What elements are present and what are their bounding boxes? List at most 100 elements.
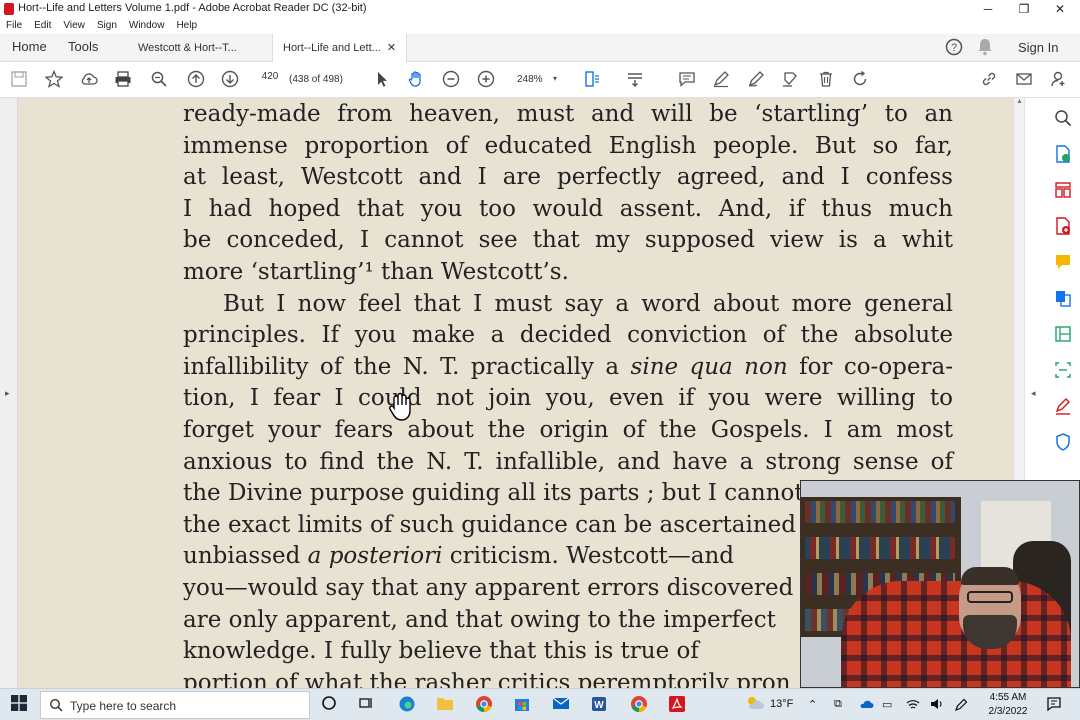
help-icon[interactable]: ? [945, 38, 963, 59]
cortana-icon[interactable] [318, 695, 340, 715]
pen-ink-icon[interactable] [954, 698, 968, 715]
text-line: principles. If you make a decided convic… [183, 322, 953, 349]
search-magnifier-icon [49, 698, 63, 715]
scroll-up-icon[interactable]: ▲ [1016, 98, 1023, 105]
print-icon[interactable] [112, 70, 134, 90]
share-link-icon[interactable] [978, 70, 1000, 90]
left-navigation-pane[interactable]: ▸ [0, 98, 18, 688]
highlight-pen-icon[interactable] [710, 70, 732, 90]
tray-app-icon[interactable]: ⧉ [834, 698, 842, 711]
zoom-search-icon[interactable] [148, 70, 170, 90]
tab-document-hort[interactable]: Hort--Life and Lett... ✕ [272, 34, 408, 62]
expand-left-pane-icon[interactable]: ▸ [5, 388, 10, 399]
clock-time: 4:55 AM [989, 692, 1027, 703]
main-toolbar: 420 (438 of 498) 248% ▾ [0, 62, 1080, 98]
weather-cloud-icon[interactable] [744, 695, 766, 715]
text-line: more ‘startling’¹ than Westcott’s. [183, 258, 569, 285]
email-icon[interactable] [1013, 70, 1035, 90]
webcam-video-overlay [800, 480, 1080, 688]
scan-ocr-icon[interactable] [1053, 360, 1073, 380]
maximize-button[interactable]: ❐ [1006, 0, 1042, 18]
export-pdf-icon[interactable] [1053, 144, 1073, 164]
search-icon[interactable] [1053, 108, 1073, 128]
draw-pen-icon[interactable] [745, 70, 767, 90]
text-line: anxious to find the N. T. infallible, an… [183, 448, 953, 475]
text-line: infallibility of the N. T. practically a… [183, 353, 953, 380]
task-view-icon[interactable] [355, 695, 377, 715]
menu-window[interactable]: Window [129, 18, 165, 31]
sign-in-link[interactable]: Sign In [1018, 40, 1058, 55]
text-line: be conceded, I cannot see that my suppos… [183, 227, 953, 254]
volume-icon[interactable] [930, 698, 944, 713]
taskbar-search-placeholder: Type here to search [70, 699, 177, 713]
word-icon[interactable]: W [588, 695, 610, 715]
text-line: ready-made from heaven, must and will be… [183, 101, 953, 127]
next-page-icon[interactable] [219, 70, 241, 90]
combine-files-icon[interactable] [1053, 288, 1073, 308]
tab-document-westcott-label: Westcott & Hort--T... [138, 42, 237, 54]
close-tab-icon[interactable]: ✕ [387, 42, 396, 54]
tab-home[interactable]: Home [12, 39, 47, 54]
edge-browser-icon[interactable] [396, 695, 418, 715]
menu-edit[interactable]: Edit [34, 18, 51, 31]
wifi-icon[interactable] [906, 698, 920, 713]
close-window-button[interactable]: ✕ [1042, 0, 1078, 18]
fit-page-icon[interactable] [581, 70, 603, 90]
menu-help[interactable]: Help [176, 18, 197, 31]
mail-icon[interactable] [550, 695, 572, 715]
zoom-dropdown-chevron-icon[interactable]: ▾ [553, 74, 557, 83]
menu-bar: File Edit View Sign Window Help [0, 18, 1080, 34]
zoom-in-icon[interactable] [475, 70, 497, 90]
tab-tools[interactable]: Tools [68, 39, 98, 54]
chrome-icon[interactable] [473, 695, 495, 715]
menu-sign[interactable]: Sign [97, 18, 117, 31]
tray-drive-icon[interactable]: ▭ [882, 698, 892, 711]
user-share-icon[interactable] [1048, 70, 1070, 90]
zoom-level-input[interactable]: 248% [517, 74, 543, 85]
notification-bell-icon[interactable] [977, 38, 993, 59]
show-hidden-icons-chevron-icon[interactable]: ⌃ [808, 698, 817, 711]
text-line: forget your fears about the origin of th… [183, 416, 953, 443]
select-arrow-icon[interactable] [371, 70, 393, 90]
acrobat-app-icon [4, 3, 14, 15]
edit-pdf-icon[interactable] [1053, 324, 1073, 344]
create-pdf-icon[interactable] [1053, 216, 1073, 236]
menu-file[interactable]: File [6, 18, 22, 31]
rotate-icon[interactable] [849, 70, 871, 90]
acrobat-taskbar-icon[interactable] [666, 695, 688, 715]
hand-cursor-icon [388, 392, 414, 422]
delete-trash-icon[interactable] [815, 70, 837, 90]
save-icon[interactable] [8, 70, 30, 90]
minimize-button[interactable]: ─ [970, 0, 1006, 18]
zoom-out-icon[interactable] [440, 70, 462, 90]
windows-start-icon[interactable] [8, 695, 30, 715]
tab-document-westcott[interactable]: Westcott & Hort--T... [128, 34, 247, 62]
system-clock[interactable]: 4:55 AM 2/3/2022 [976, 691, 1040, 719]
page-count-label: (438 of 498) [289, 74, 343, 85]
bookmark-star-icon[interactable] [43, 69, 65, 90]
microsoft-store-icon[interactable] [511, 695, 533, 715]
notification-center-icon[interactable] [1046, 696, 1062, 715]
taskbar-search-input[interactable]: Type here to search [40, 691, 310, 719]
collapse-right-pane-icon[interactable]: ◂ [1031, 388, 1036, 399]
organize-pages-icon[interactable] [1053, 180, 1073, 200]
comment-icon[interactable] [676, 70, 698, 90]
file-explorer-icon[interactable] [434, 695, 456, 715]
protect-shield-icon[interactable] [1053, 432, 1073, 452]
page-number-input[interactable]: 420 [258, 71, 282, 89]
menu-view[interactable]: View [63, 18, 85, 31]
tab-document-hort-label: Hort--Life and Lett... [283, 42, 381, 54]
scroll-mode-icon[interactable] [624, 70, 646, 90]
svg-text:W: W [594, 700, 604, 711]
hand-tool-icon[interactable] [405, 70, 427, 90]
previous-page-icon[interactable] [185, 70, 207, 90]
stamp-icon[interactable] [779, 70, 801, 90]
weather-temperature[interactable]: 13°F [770, 698, 793, 710]
svg-text:?: ? [951, 42, 957, 54]
upload-cloud-icon[interactable] [78, 70, 100, 90]
comment-panel-icon[interactable] [1053, 252, 1073, 272]
text-line: tion, I fear I could not join you, even … [183, 385, 953, 412]
chrome-profile-icon[interactable] [628, 695, 650, 715]
fill-sign-icon[interactable] [1053, 396, 1073, 416]
onedrive-cloud-icon[interactable] [858, 698, 874, 713]
